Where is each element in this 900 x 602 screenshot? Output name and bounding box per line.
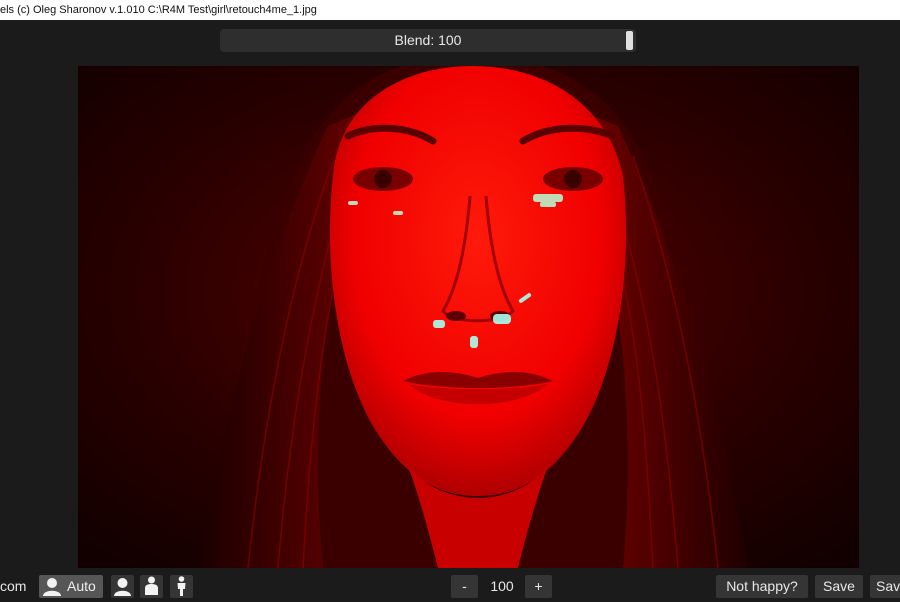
save-as-button[interactable]: Sav bbox=[870, 575, 900, 598]
auto-mode-label: Auto bbox=[67, 578, 96, 594]
zoom-out-button[interactable]: - bbox=[451, 575, 478, 598]
not-happy-button[interactable]: Not happy? bbox=[716, 575, 808, 598]
blend-label: Blend: 100 bbox=[394, 32, 462, 48]
window-title: els (c) Oleg Sharonov v.1.010 C:\R4M Tes… bbox=[0, 4, 317, 16]
auto-mode-button[interactable]: Auto bbox=[39, 575, 103, 598]
person-head-icon bbox=[114, 578, 131, 596]
save-button[interactable]: Save bbox=[815, 575, 863, 598]
person-bust-icon bbox=[145, 576, 158, 595]
zoom-value: 100 bbox=[490, 578, 514, 594]
window-title-bar: els (c) Oleg Sharonov v.1.010 C:\R4M Tes… bbox=[0, 0, 900, 20]
blend-slider[interactable]: Blend: 100 bbox=[220, 29, 636, 52]
bottom-toolbar: com Auto - 100 + Not happy? Save Sav bbox=[0, 572, 900, 602]
portrait-photo bbox=[78, 66, 859, 568]
blend-slider-handle[interactable] bbox=[626, 31, 633, 50]
mode-bust-button[interactable] bbox=[140, 575, 163, 598]
mode-head-button[interactable] bbox=[111, 575, 134, 598]
person-full-icon bbox=[177, 576, 186, 596]
toolbar-left-text: com bbox=[0, 578, 27, 594]
mode-full-body-button[interactable] bbox=[170, 575, 193, 598]
zoom-in-button[interactable]: + bbox=[525, 575, 552, 598]
person-head-icon bbox=[42, 577, 62, 596]
image-preview bbox=[78, 66, 859, 568]
